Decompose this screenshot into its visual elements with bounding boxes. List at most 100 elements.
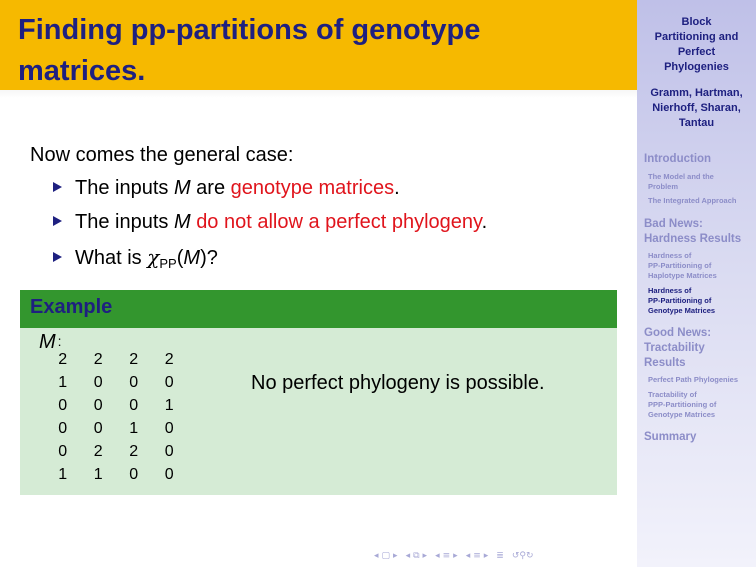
matrix-cell: 0 [58,396,68,414]
sidebar-title-line: Block [681,16,712,28]
highlight-text: do not allow a perfect phylogeny [196,211,482,233]
matrix-row: 2 2 2 2 [45,348,187,371]
matrix-cell: 0 [129,373,139,391]
matrix-cell: 0 [164,373,174,391]
matrix-cell: 1 [58,373,68,391]
matrix-cell: 2 [164,350,174,368]
sidebar-author-line: Tantau [678,117,715,129]
bullet-triangle-icon [53,216,62,226]
matrix-cell: 0 [93,396,103,414]
sidebar-section-good-news[interactable]: Good News: Tractability Results [644,326,754,371]
sidebar-section-label: Good News: [644,327,712,339]
slide-title: Finding pp-partitions of genotype matric… [18,10,618,92]
matrix-cell: 1 [129,419,139,437]
nav-prev-icon[interactable]: ◂ [406,551,411,561]
sidebar-section-label: Introduction [644,153,712,165]
intro-text: Now comes the general case: [30,144,294,166]
bullet-text: are [190,177,231,199]
frame-icon[interactable]: ▢ [382,551,391,561]
bullet-text: . [394,177,400,199]
nav-next-icon[interactable]: ▸ [393,551,398,561]
sidebar-author-line: Nierhoff, Sharan, [652,102,741,114]
sidebar-title-line: Phylogenies [664,61,729,73]
nav-prev-icon[interactable]: ◂ [374,551,379,561]
highlight-text: genotype matrices [230,177,395,199]
math-var: M [183,247,201,269]
matrix-cell: 0 [164,465,174,483]
sidebar-authors: Gramm, Hartman, Nierhoff, Sharan, Tantau [637,86,756,131]
matrix-cell: 2 [129,442,139,460]
matrix-colon: : [57,333,62,349]
sidebar-item-label: Hardness of [648,251,692,260]
sidebar-presentation-title[interactable]: Block Partitioning and Perfect Phylogeni… [637,15,756,75]
sidebar-item-hardness-haplotype[interactable]: Hardness of PP-Partitioning of Haplotype… [648,251,754,281]
matrix-cell: 0 [93,419,103,437]
sidebar-item-label: Genotype Matrices [648,410,716,419]
matrix-cell: 0 [58,419,68,437]
bullet-text: . [481,211,488,233]
sidebar-item-perfect-path-phylogenies[interactable]: Perfect Path Phylogenies [648,375,754,385]
nav-next-icon[interactable]: ▸ [453,551,458,561]
subsection-icon[interactable]: ⧉ [413,551,419,561]
section-icon[interactable]: ≡ [443,551,451,561]
title-bar: Finding pp-partitions of genotype matric… [0,0,637,90]
matrix-cell: 2 [93,350,103,368]
sidebar-item-tractability-ppp[interactable]: Tractability of PPP-Partitioning of Geno… [648,390,754,420]
nav-next-icon[interactable]: ▸ [484,551,489,561]
matrix-cell: 2 [93,442,103,460]
bullet-item: The inputs M are genotype matrices. [53,176,400,200]
sidebar-item-label: The Integrated Approach [648,196,737,205]
matrix-cell: 1 [58,465,68,483]
nav-prev-icon[interactable]: ◂ [466,551,471,561]
matrix-row: 1 1 0 0 [45,463,187,486]
sidebar-section-bad-news[interactable]: Bad News: Hardness Results [644,217,754,247]
bullet-text: What is [75,247,148,269]
sidebar-section-introduction[interactable]: Introduction [644,152,754,167]
example-heading: Example [30,296,113,318]
bullet-text: The inputs [75,211,174,233]
example-block-header: Example [20,290,617,328]
bullet-triangle-icon [53,252,62,262]
sidebar-section-label: Bad News: [644,218,703,230]
search-icon[interactable]: ↺⚲↻ [512,551,534,561]
sidebar-item-model-and-problem[interactable]: The Model and the Problem [648,172,754,192]
matrix-row: 0 0 1 0 [45,417,187,440]
sidebar-item-label: Hardness of [648,286,692,295]
genotype-matrix: 2 2 2 2 1 0 0 0 0 0 0 1 0 0 1 0 0 2 2 0 1 1 0 0 [45,348,187,486]
sidebar-item-label: PP-Partitioning of [648,296,712,305]
matrix-cell: 0 [129,396,139,414]
math-chi: χ [147,245,160,269]
matrix-row: 0 0 0 1 [45,394,187,417]
nav-prev-icon[interactable]: ◂ [435,551,440,561]
nav-next-icon[interactable]: ▸ [423,551,428,561]
presentation-icon[interactable]: ≡ [473,551,481,561]
sidebar-section-label: Hardness Results [644,233,742,245]
align-icon[interactable]: ≣ [496,551,504,561]
matrix-cell: 0 [129,465,139,483]
math-var: M [173,211,191,233]
sidebar-item-label: PPP-Partitioning of [648,400,717,409]
matrix-cell: 1 [164,396,174,414]
sidebar-section-summary[interactable]: Summary [644,430,754,445]
sidebar-item-label: The Model and the [648,172,714,181]
math-var: M [173,177,191,199]
matrix-cell: 2 [129,350,139,368]
example-block-body: M: 222210000001001002201100 No perfect p… [20,328,617,495]
sidebar-item-label: PP-Partitioning of [648,261,712,270]
sidebar-item-label: Haplotype Matrices [648,271,717,280]
sidebar-item-hardness-genotype[interactable]: Hardness of PP-Partitioning of Genotype … [648,286,754,316]
sidebar-section-label: Tractability [644,342,705,354]
sidebar-author-line: Gramm, Hartman, [650,87,743,99]
sidebar-item-integrated-approach[interactable]: The Integrated Approach [648,196,754,206]
matrix-cell: 0 [58,442,68,460]
sidebar-section-label: Results [644,357,686,369]
sidebar-item-label: Tractability of [648,390,697,399]
math-paren: )? [200,247,218,269]
math-subscript: PP [159,256,177,271]
sidebar-title-line: Perfect [677,46,716,58]
matrix-row: 0 2 2 0 [45,440,187,463]
sidebar-item-label: Genotype Matrices [648,306,716,315]
title-shadow [0,90,637,98]
sidebar-item-label: Perfect Path Phylogenies [648,375,739,384]
slide-title-line: Finding pp-partitions of genotype [18,14,481,46]
